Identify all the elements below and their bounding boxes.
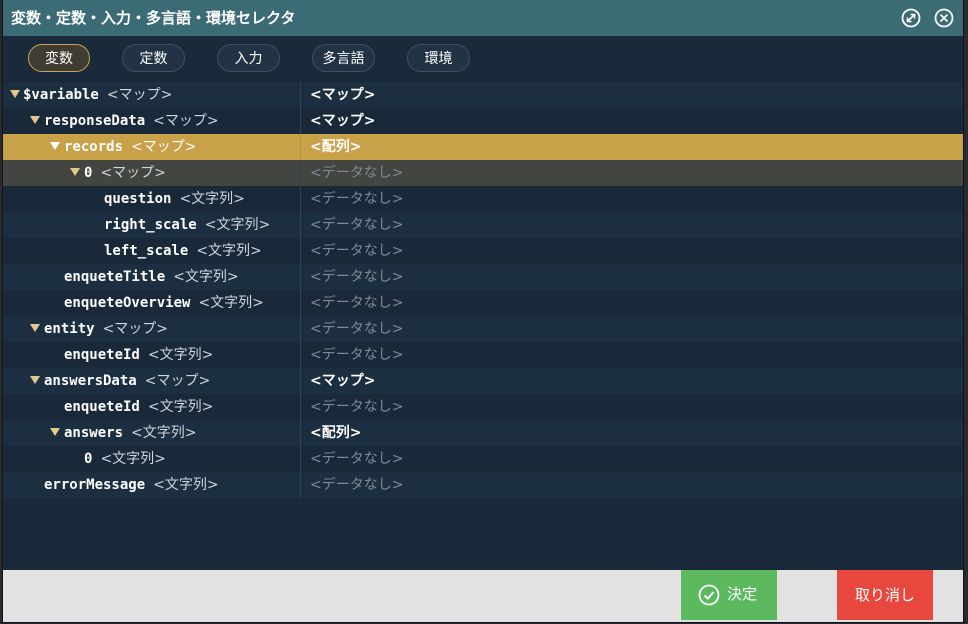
close-icon[interactable] — [934, 8, 954, 28]
node-type: <文字列> — [100, 451, 166, 467]
tree-row[interactable]: enqueteOverview <文字列> <データなし> — [3, 290, 963, 316]
node-name: left_scale — [104, 243, 189, 259]
node-value: <データなし> — [310, 295, 404, 311]
title-bar[interactable]: 変数・定数・入力・多言語・環境セレクタ — [3, 0, 963, 36]
node-value: <マップ> — [310, 373, 376, 389]
tab-constants[interactable]: 定数 — [122, 44, 185, 72]
expand-arrow-icon[interactable] — [50, 142, 60, 150]
node-value: <データなし> — [310, 243, 404, 259]
node-type: <文字列> — [196, 243, 262, 259]
tree-row-selected[interactable]: records <マップ> <配列> — [3, 134, 963, 160]
node-type: <文字列> — [198, 295, 264, 311]
node-type: <文字列> — [147, 347, 214, 363]
expand-arrow-icon[interactable] — [30, 116, 40, 124]
tree-row[interactable]: $variable <マップ> <マップ> — [3, 82, 963, 108]
node-type: <マップ> — [144, 373, 211, 389]
tree-row[interactable]: enqueteId <文字列> <データなし> — [3, 342, 963, 368]
node-name: enqueteTitle — [64, 269, 166, 285]
node-value: <配列> — [310, 425, 362, 441]
node-name: 0 — [84, 451, 93, 467]
tab-environment[interactable]: 環境 — [407, 44, 470, 72]
tree-row[interactable]: 0 <マップ> <データなし> — [3, 160, 963, 186]
tree-row[interactable]: 0 <文字列> <データなし> — [3, 446, 963, 472]
tree-row[interactable]: answersData <マップ> <マップ> — [3, 368, 963, 394]
node-name: enqueteId — [64, 399, 140, 415]
node-name: entity — [44, 321, 95, 337]
node-type: <文字列> — [179, 191, 245, 207]
ok-button-label: 決定 — [727, 586, 758, 603]
tab-multilingual[interactable]: 多言語 — [312, 44, 375, 72]
expand-icon[interactable] — [901, 8, 921, 28]
dialog-title: 変数・定数・入力・多言語・環境セレクタ — [11, 9, 296, 27]
node-type: <マップ> — [106, 87, 173, 103]
tree-row[interactable]: enqueteId <文字列> <データなし> — [3, 394, 963, 420]
node-name: $variable — [23, 87, 99, 103]
cancel-button[interactable]: 取り消し — [837, 570, 933, 620]
node-value: <データなし> — [310, 347, 404, 363]
node-value: <データなし> — [310, 191, 404, 207]
tab-bar: 変数 定数 入力 多言語 環境 — [3, 36, 963, 80]
node-type: <文字列> — [204, 217, 271, 233]
node-type: <文字列> — [131, 425, 197, 441]
tree-row[interactable]: left_scale <文字列> <データなし> — [3, 238, 963, 264]
variable-tree: $variable <マップ> <マップ> responseData <マップ> <… — [3, 82, 963, 498]
node-name: records — [64, 139, 124, 155]
node-value: <データなし> — [310, 217, 404, 233]
node-name: 0 — [84, 165, 93, 181]
node-value: <配列> — [310, 139, 362, 155]
node-type: <文字列> — [153, 477, 219, 493]
expand-arrow-icon[interactable] — [50, 428, 60, 436]
cancel-button-label: 取り消し — [854, 587, 915, 604]
ok-button[interactable]: 決定 — [681, 570, 777, 620]
tree-row[interactable]: responseData <マップ> <マップ> — [3, 108, 963, 134]
node-name: answers — [64, 425, 124, 441]
node-type: <文字列> — [147, 399, 214, 415]
tree-row[interactable]: right_scale <文字列> <データなし> — [3, 212, 963, 238]
node-name: right_scale — [104, 217, 197, 233]
expand-arrow-icon[interactable] — [70, 168, 80, 176]
node-name: enqueteId — [64, 347, 140, 363]
node-value: <マップ> — [310, 87, 376, 103]
node-value: <データなし> — [310, 321, 404, 337]
node-value: <データなし> — [310, 451, 404, 467]
selector-dialog: 変数・定数・入力・多言語・環境セレクタ 変数 定数 入力 多言語 環境 $var… — [3, 0, 963, 622]
node-type: <マップ> — [100, 165, 166, 181]
node-name: question — [104, 191, 172, 207]
tab-variables[interactable]: 変数 — [28, 44, 90, 72]
tree-row[interactable]: answers <文字列> <配列> — [3, 420, 963, 446]
node-value: <マップ> — [310, 113, 376, 129]
expand-arrow-icon[interactable] — [30, 376, 40, 384]
expand-arrow-icon[interactable] — [10, 90, 20, 98]
check-circle-icon — [698, 584, 720, 606]
node-name: errorMessage — [44, 477, 146, 493]
node-name: enqueteOverview — [64, 295, 191, 311]
node-type: <マップ> — [102, 321, 169, 337]
node-value: <データなし> — [310, 269, 404, 285]
node-value: <データなし> — [310, 165, 404, 181]
tree-row[interactable]: entity <マップ> <データなし> — [3, 316, 963, 342]
dialog-footer: 決定 取り消し — [3, 570, 963, 622]
expand-arrow-icon[interactable] — [30, 324, 40, 332]
node-name: responseData — [44, 113, 146, 129]
tree-row[interactable]: enqueteTitle <文字列> <データなし> — [3, 264, 963, 290]
tab-input[interactable]: 入力 — [217, 44, 280, 72]
node-name: answersData — [44, 373, 137, 389]
tree-row[interactable]: errorMessage <文字列> <データなし> — [3, 472, 963, 498]
node-type: <マップ> — [131, 139, 197, 155]
node-type: <文字列> — [173, 269, 239, 285]
node-value: <データなし> — [310, 399, 404, 415]
node-type: <マップ> — [153, 113, 219, 129]
node-value: <データなし> — [310, 477, 404, 493]
tree-row[interactable]: question <文字列> <データなし> — [3, 186, 963, 212]
